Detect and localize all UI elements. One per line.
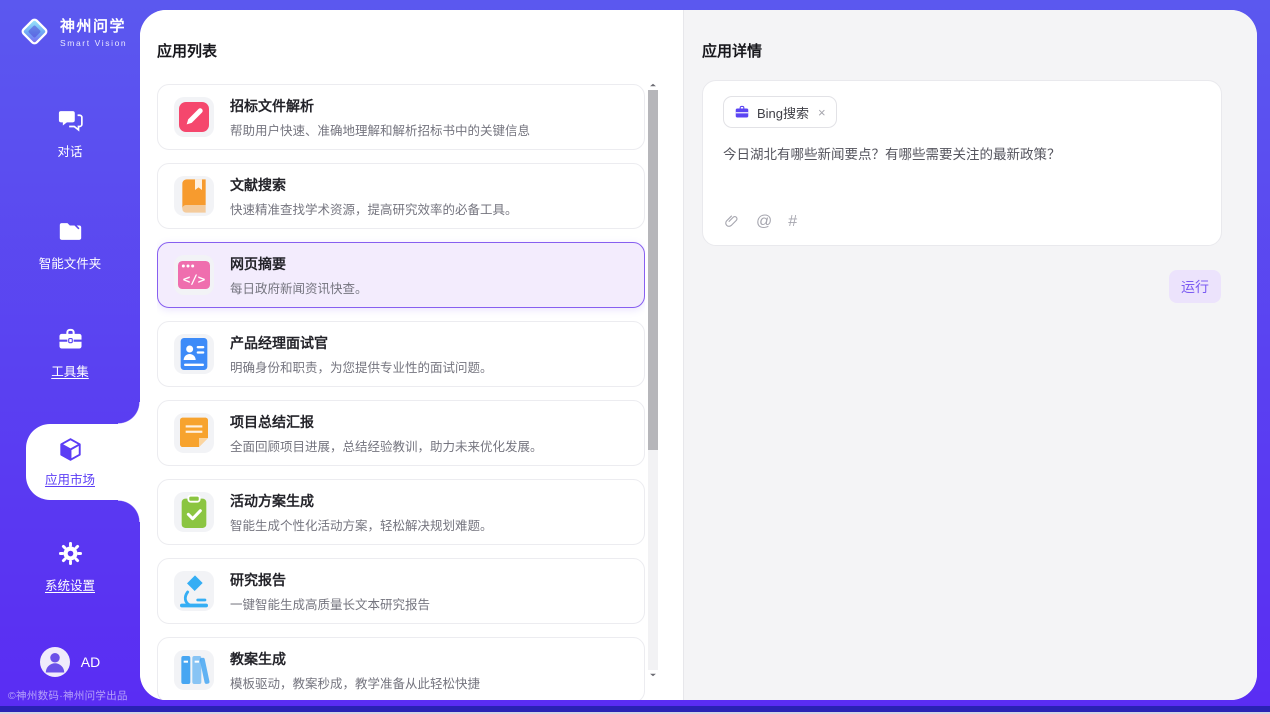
microscope-icon bbox=[174, 571, 214, 611]
brand: 神州问学 Smart Vision bbox=[16, 13, 127, 50]
sidebar-item-1[interactable]: 对话 bbox=[0, 106, 140, 160]
app-list: 招标文件解析帮助用户快速、准确地理解和解析招标书中的关键信息文献搜索快速精准查找… bbox=[157, 84, 645, 700]
scroll-up-icon[interactable] bbox=[648, 80, 658, 90]
app-card-title: 研究报告 bbox=[230, 570, 430, 590]
app-card-description: 明确身份和职责，为您提供专业性的面试问题。 bbox=[230, 357, 493, 376]
user-name: AD bbox=[81, 654, 100, 670]
composer-card: Bing搜索 × 今日湖北有哪些新闻要点？有哪些需要关注的最新政策？ @# bbox=[702, 80, 1222, 246]
close-icon[interactable]: × bbox=[818, 105, 826, 120]
folder-icon bbox=[57, 218, 84, 245]
scrollbar-thumb[interactable] bbox=[648, 90, 658, 450]
app-card[interactable]: </> 网页摘要每日政府新闻资讯快查。 bbox=[157, 242, 645, 308]
app-card[interactable]: 研究报告一键智能生成高质量长文本研究报告 bbox=[157, 558, 645, 624]
scrollbar-track[interactable] bbox=[648, 90, 658, 670]
scrollbar[interactable] bbox=[648, 80, 658, 680]
app-card-title: 教案生成 bbox=[230, 649, 480, 669]
book-icon bbox=[174, 176, 214, 216]
app-card-description: 模板驱动，教案秒成，教学准备从此轻松快捷 bbox=[230, 673, 480, 692]
app-card-title: 网页摘要 bbox=[230, 254, 368, 274]
sidebar-item-2[interactable]: 智能文件夹 bbox=[0, 218, 140, 272]
run-button[interactable]: 运行 bbox=[1169, 270, 1221, 303]
briefcase-icon bbox=[734, 104, 750, 120]
avatar bbox=[40, 647, 70, 677]
brand-logo-icon bbox=[16, 13, 53, 50]
app-list-title: 应用列表 bbox=[157, 40, 217, 61]
user-account[interactable]: AD bbox=[0, 647, 140, 677]
resume-icon bbox=[174, 334, 214, 374]
app-card-description: 智能生成个性化活动方案，轻松解决规划难题。 bbox=[230, 515, 493, 534]
brand-tagline: Smart Vision bbox=[60, 38, 127, 48]
app-card-description: 帮助用户快速、准确地理解和解析招标书中的关键信息 bbox=[230, 120, 530, 139]
app-card-description: 快速精准查找学术资源，提高研究效率的必备工具。 bbox=[230, 199, 518, 218]
brand-name: 神州问学 bbox=[60, 15, 127, 36]
gear-icon bbox=[57, 540, 84, 567]
svg-text:</>: </> bbox=[183, 271, 206, 286]
sidebar-item-4[interactable]: 应用市场 bbox=[0, 424, 140, 500]
app-card[interactable]: 文献搜索快速精准查找学术资源，提高研究效率的必备工具。 bbox=[157, 163, 645, 229]
prompt-input[interactable]: 今日湖北有哪些新闻要点？有哪些需要关注的最新政策？ bbox=[723, 145, 1201, 165]
app-card[interactable]: 教案生成模板驱动，教案秒成，教学准备从此轻松快捷 bbox=[157, 637, 645, 700]
sidebar-item-label: 系统设置 bbox=[45, 575, 95, 594]
browser-code-icon: </> bbox=[174, 255, 214, 295]
app-card[interactable]: 产品经理面试官明确身份和职责，为您提供专业性的面试问题。 bbox=[157, 321, 645, 387]
app-detail-pane: 应用详情 Bing搜索 × 今日湖北有哪些新闻要点？有哪些需要关注的最新政策？ … bbox=[683, 10, 1257, 700]
person-icon bbox=[40, 647, 70, 677]
app-window: 神州问学 Smart Vision 对话智能文件夹工具集应用市场系统设置 AD … bbox=[0, 0, 1270, 714]
copyright: ©神州数码·神州问学出品 bbox=[8, 688, 128, 703]
app-card[interactable]: 项目总结汇报全面回顾项目进展，总结经验教训，助力未来优化发展。 bbox=[157, 400, 645, 466]
scroll-down-icon[interactable] bbox=[648, 670, 658, 680]
app-card-title: 产品经理面试官 bbox=[230, 333, 493, 353]
books-icon bbox=[174, 650, 214, 690]
app-card[interactable]: 招标文件解析帮助用户快速、准确地理解和解析招标书中的关键信息 bbox=[157, 84, 645, 150]
edit-icon bbox=[174, 97, 214, 137]
tool-tag-label: Bing搜索 bbox=[757, 103, 809, 122]
app-card-description: 全面回顾项目进展，总结经验教训，助力未来优化发展。 bbox=[230, 436, 543, 455]
sidebar-item-label: 智能文件夹 bbox=[39, 253, 102, 272]
note-icon bbox=[174, 413, 214, 453]
app-list-pane: 应用列表 招标文件解析帮助用户快速、准确地理解和解析招标书中的关键信息文献搜索快… bbox=[140, 10, 683, 700]
sidebar: 神州问学 Smart Vision 对话智能文件夹工具集应用市场系统设置 AD … bbox=[0, 0, 140, 714]
cube-icon bbox=[57, 436, 84, 463]
app-card-description: 一键智能生成高质量长文本研究报告 bbox=[230, 594, 430, 613]
clipboard-check-icon bbox=[174, 492, 214, 532]
main-content: 应用列表 招标文件解析帮助用户快速、准确地理解和解析招标书中的关键信息文献搜索快… bbox=[140, 10, 1257, 700]
composer-toolbar: @# bbox=[723, 213, 1201, 230]
attachment-icon[interactable] bbox=[723, 213, 740, 230]
sidebar-item-3[interactable]: 工具集 bbox=[0, 326, 140, 380]
sidebar-item-5[interactable]: 系统设置 bbox=[0, 540, 140, 594]
sidebar-item-label: 对话 bbox=[57, 141, 82, 160]
app-card-title: 活动方案生成 bbox=[230, 491, 493, 511]
hash-icon[interactable]: # bbox=[788, 213, 797, 230]
app-card-description: 每日政府新闻资讯快查。 bbox=[230, 278, 368, 297]
tool-tag[interactable]: Bing搜索 × bbox=[723, 96, 837, 128]
chat-icon bbox=[57, 106, 84, 133]
sidebar-item-label: 应用市场 bbox=[45, 469, 95, 488]
mention-icon[interactable]: @ bbox=[756, 213, 772, 230]
sidebar-item-label: 工具集 bbox=[51, 361, 89, 380]
toolbox-icon bbox=[57, 326, 84, 353]
app-card-title: 招标文件解析 bbox=[230, 96, 530, 116]
app-card-title: 文献搜索 bbox=[230, 175, 518, 195]
app-detail-title: 应用详情 bbox=[702, 40, 762, 61]
app-card[interactable]: 活动方案生成智能生成个性化活动方案，轻松解决规划难题。 bbox=[157, 479, 645, 545]
app-card-title: 项目总结汇报 bbox=[230, 412, 543, 432]
